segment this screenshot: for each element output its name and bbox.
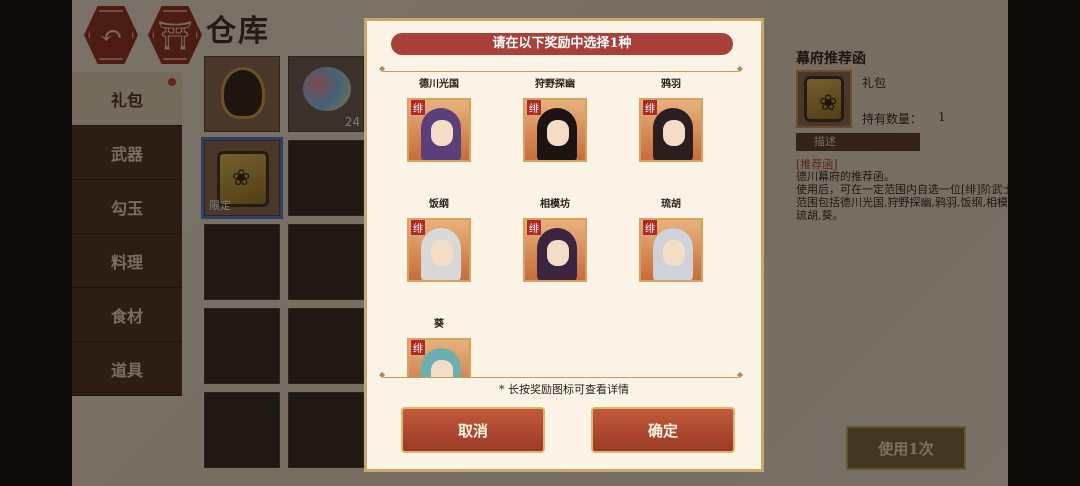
confirm-button[interactable]: 确定 (591, 407, 735, 453)
back-arrow-icon: ↶ (99, 18, 123, 52)
character-portrait: 绯 (639, 218, 703, 282)
portrait-face (431, 360, 453, 377)
portrait-face (431, 120, 453, 146)
reward-name: 鸦羽 (661, 79, 681, 90)
inventory-slot-empty[interactable] (288, 224, 364, 300)
tab-label: 料理 (110, 252, 143, 272)
description-header-label: 描述 (814, 135, 836, 148)
tab-label: 礼包 (110, 90, 143, 110)
pouch-icon (221, 67, 265, 119)
rank-badge: 绯 (643, 220, 657, 235)
tab-weapons[interactable]: 武器 (72, 126, 182, 180)
back-button[interactable]: ↶ (84, 6, 138, 64)
letter-icon (804, 76, 844, 122)
rank-badge: 绯 (643, 100, 657, 115)
character-portrait: 绯 (523, 98, 587, 162)
reward-option[interactable]: 德川光国 绯 (407, 75, 471, 162)
tab-ingredients[interactable]: 食材 (72, 288, 182, 342)
reward-name: 德川光国 (419, 79, 459, 90)
screen-edge-right (1008, 0, 1080, 486)
tab-cuisine[interactable]: 料理 (72, 234, 182, 288)
long-press-hint: * 长按奖励图标可查看详情 (499, 383, 629, 396)
item-icon (796, 70, 852, 128)
rank-badge: 绯 (527, 220, 541, 235)
inventory-slot[interactable]: 24 (288, 56, 364, 132)
inventory-slot-empty[interactable] (204, 224, 280, 300)
reward-select-dialog: 请在以下奖励中选择1种 德川光国 绯 狩野探幽 绯 鸦羽 绯 饭纲 绯 (364, 18, 764, 472)
tab-gift-packs[interactable]: 礼包 (72, 72, 182, 126)
rank-badge: 绯 (411, 100, 425, 115)
slot-quantity: 24 (344, 115, 360, 129)
reward-name: 琉胡 (661, 199, 681, 210)
notice-dot (166, 76, 178, 88)
inventory-slot-selected[interactable]: 限定 (201, 137, 283, 219)
screen-edge-left (0, 0, 72, 486)
owned-count-label: 持有数量： (862, 112, 923, 126)
tab-label: 武器 (110, 144, 143, 164)
page-title: 仓库 (206, 14, 270, 49)
rank-badge: 绯 (411, 220, 425, 235)
reward-option[interactable]: 琉胡 绯 (639, 195, 703, 282)
description-header: 描述 (796, 133, 920, 151)
character-portrait: 绯 (639, 98, 703, 162)
reward-name: 相模坊 (540, 199, 570, 210)
reward-name: 饭纲 (429, 199, 449, 210)
orb-icon (303, 67, 351, 111)
dialog-title: 请在以下奖励中选择1种 (391, 33, 733, 55)
portrait-face (663, 240, 685, 266)
divider (379, 370, 743, 379)
tab-label: 食材 (110, 306, 143, 326)
reward-name: 狩野探幽 (535, 79, 575, 90)
rank-badge: 绯 (411, 340, 425, 355)
reward-option[interactable]: 相模坊 绯 (523, 195, 587, 282)
character-portrait: 绯 (407, 218, 471, 282)
item-name: 幕府推荐函 (796, 51, 866, 67)
character-portrait: 绯 (523, 218, 587, 282)
reward-option[interactable]: 鸦羽 绯 (639, 75, 703, 162)
inventory-slot-empty[interactable] (204, 392, 280, 468)
owned-count-value: 1 (938, 110, 946, 124)
tab-label: 勾玉 (110, 198, 143, 218)
reward-name: 葵 (434, 319, 444, 330)
portrait-face (663, 120, 685, 146)
reward-option[interactable]: 狩野探幽 绯 (523, 75, 587, 162)
tab-magatama[interactable]: 勾玉 (72, 180, 182, 234)
use-once-button[interactable]: 使用1次 (846, 426, 966, 470)
item-type: 礼包 (862, 76, 887, 90)
inventory-slot-empty[interactable] (204, 308, 280, 384)
reward-option[interactable]: 葵 绯 (407, 315, 471, 377)
character-portrait: 绯 (407, 98, 471, 162)
divider (379, 64, 743, 73)
inventory-slot-empty[interactable] (288, 308, 364, 384)
portrait-face (431, 240, 453, 266)
description-text: 德川幕府的推荐函。 使用后，可在一定范围内自选一位[绯]阶武士，范围包括德川光国… (796, 170, 1025, 222)
portrait-face (547, 240, 569, 266)
limited-tag: 限定 (209, 199, 231, 212)
reward-option[interactable]: 饭纲 绯 (407, 195, 471, 282)
inventory-slot-empty[interactable] (288, 392, 364, 468)
tab-label: 道具 (110, 360, 143, 380)
shrine-icon: ⛩ (157, 18, 193, 52)
rank-badge: 绯 (527, 100, 541, 115)
tab-items[interactable]: 道具 (72, 342, 182, 396)
cancel-button[interactable]: 取消 (401, 407, 545, 453)
home-button[interactable]: ⛩ (148, 6, 202, 64)
portrait-face (547, 120, 569, 146)
inventory-slot-empty[interactable] (288, 140, 364, 216)
character-portrait: 绯 (407, 338, 471, 377)
inventory-slot[interactable] (204, 56, 280, 132)
